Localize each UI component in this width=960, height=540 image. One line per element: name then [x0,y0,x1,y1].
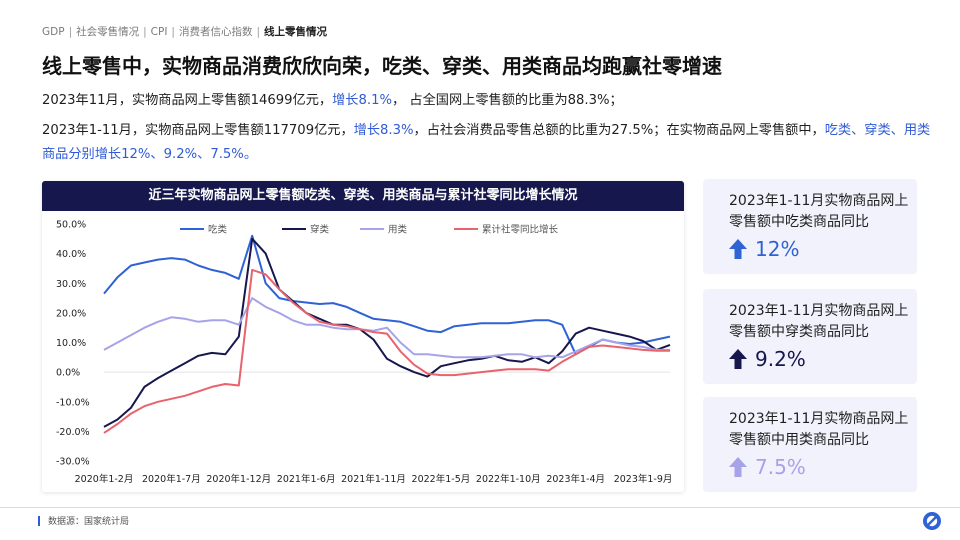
summary-paragraph-1: 2023年11月，实物商品网上零售额14699亿元，增长8.1%， 占全国网上零… [42,89,932,113]
breadcrumb-item-cpi[interactable]: CPI [151,26,168,38]
breadcrumb-item-gdp[interactable]: GDP [42,26,65,38]
stat-card-value-row: 12% [729,235,799,263]
stat-card-value: 9.2% [755,347,806,371]
breadcrumb-item-retail[interactable]: 社会零售情况 [76,26,139,38]
legend-label: 穿类 [310,224,330,236]
stat-card-food: 2023年1-11月实物商品网上零售额中吃类商品同比 12% [703,179,917,274]
para2-highlight: 增长8.3% [353,123,414,138]
x-tick-label: 2021年1-6月 [277,473,336,485]
y-tick-label: -20.0% [56,427,90,438]
x-tick-label: 2021年1-11月 [341,473,406,485]
y-tick-label: 50.0% [56,220,86,231]
footer-divider [0,507,960,508]
source-accent-bar [38,516,40,526]
ring-logo-icon [923,512,941,530]
x-tick-label: 2022年1-10月 [476,473,541,485]
stat-card-value-row: 9.2% [729,345,806,373]
x-tick-label: 2020年1-2月 [75,473,134,485]
breadcrumb-separator: | [171,26,175,38]
breadcrumb-separator: | [68,26,73,38]
legend-label: 用类 [388,224,408,236]
stat-card-text: 2023年1-11月实物商品网上零售额中用类商品同比 [729,411,909,448]
stat-card-value-row: 7.5% [729,453,806,481]
stat-card-value: 7.5% [755,455,806,479]
y-tick-label: -30.0% [56,457,90,468]
y-tick-label: 40.0% [56,249,86,260]
x-tick-label: 2023年1-4月 [546,473,605,485]
breadcrumb-separator: | [256,26,261,38]
data-source: 数据源：国家统计局 [48,517,130,527]
para2-text-mid: ，占社会消费品零售总额的比重为27.5%；在实物商品网上零售额中， [413,123,825,138]
y-tick-label: -10.0% [56,397,90,408]
stat-card-value: 12% [755,237,800,261]
x-tick-label: 2020年1-7月 [142,473,201,485]
line-chart: 50.0% 40.0% 30.0% 20.0% 10.0% 0.0% -10.0% -20.0… [56,220,673,486]
para1-highlight: 增长8.1% [332,93,392,108]
para1-text: 2023年11月，实物商品网上零售额14699亿元， [42,93,333,108]
stat-card-clothing: 2023年1-11月实物商品网上零售额中穿类商品同比 9.2% [703,289,917,384]
stat-card-text: 2023年1-11月实物商品网上零售额中穿类商品同比 [729,303,909,340]
para2-text: 2023年1-11月，实物商品网上零售额117709亿元， [42,123,354,138]
stat-card-text: 2023年1-11月实物商品网上零售额中吃类商品同比 [729,193,909,230]
page-title: 线上零售中，实物商品消费欣欣向荣，吃类、穿类、用类商品均跑赢社零增速 [42,54,722,78]
y-tick-label: 0.0% [56,368,80,379]
y-tick-label: 20.0% [56,308,86,319]
arrow-up-icon [729,239,747,259]
series-line-0 [103,234,671,356]
breadcrumb: GDP | 社会零售情况 | CPI | 消费者信心指数 | 线上零售情况 [42,24,327,39]
stat-card-goods: 2023年1-11月实物商品网上零售额中用类商品同比 7.5% [703,397,917,492]
arrow-up-icon [729,349,747,369]
arrow-up-icon [729,457,747,477]
series-line-3 [103,268,670,434]
summary-paragraph-2: 2023年1-11月，实物商品网上零售额117709亿元，增长8.3%，占社会消… [42,119,932,167]
y-tick-label: 10.0% [56,338,86,349]
breadcrumb-separator: | [143,26,147,38]
y-tick-label: 30.0% [56,279,86,290]
legend-label: 累计社零同比增长 [482,224,559,236]
breadcrumb-item-online-retail[interactable]: 线上零售情况 [264,26,327,38]
breadcrumb-item-confidence[interactable]: 消费者信心指数 [179,26,253,38]
x-tick-label: 2022年1-5月 [412,473,471,485]
chart-title: 近三年实物商品网上零售额吃类、穿类、用类商品与累计社零同比增长情况 [42,181,684,211]
x-tick-label: 2020年1-12月 [206,473,271,485]
x-tick-label: 2023年1-9月 [614,473,673,485]
legend-label: 吃类 [208,224,228,236]
para1-text-end: ， 占全国网上零售额的比重为88.3%； [392,93,623,108]
